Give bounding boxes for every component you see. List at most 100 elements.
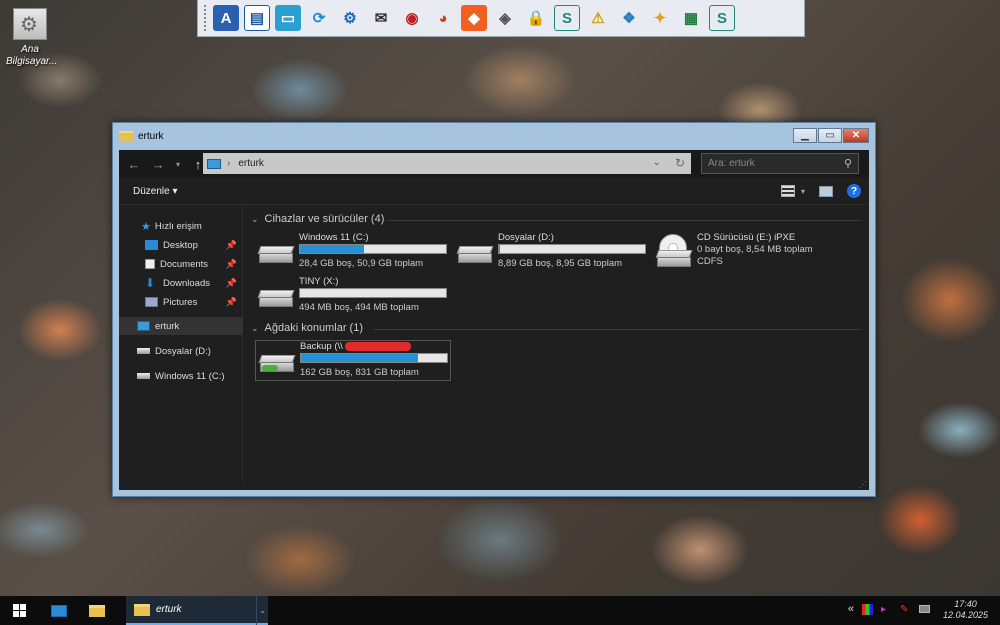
- sidebar-item-drive-d[interactable]: Dosyalar (D:): [137, 343, 211, 359]
- view-options-button[interactable]: ▾: [780, 185, 805, 197]
- launcher-app-icon[interactable]: ❖: [616, 5, 642, 31]
- launcher-app-icon[interactable]: ▭: [275, 5, 301, 31]
- taskbar-task-erturk[interactable]: erturk ⌄: [126, 596, 268, 625]
- close-button[interactable]: ✕: [843, 128, 869, 143]
- launcher-app-icon[interactable]: ✉: [368, 5, 394, 31]
- system-tray: « ▸ ✎: [848, 603, 930, 615]
- drive-info: 8,89 GB boş, 8,95 GB toplam: [498, 258, 623, 269]
- toolbar-grip[interactable]: [204, 5, 208, 31]
- divider: [373, 329, 861, 330]
- sidebar-item-pictures[interactable]: Pictures 📌: [145, 294, 237, 310]
- drive-c[interactable]: Windows 11 (C:) 28,4 GB boş, 50,9 GB top…: [255, 232, 451, 272]
- desktop-icon-computer[interactable]: Ana Bilgisayar...: [6, 8, 58, 68]
- drive-info: 162 GB boş, 831 GB toplam: [300, 367, 419, 378]
- pin-icon[interactable]: 📌: [226, 240, 237, 251]
- navigation-pane: ★ Hızlı erişim Desktop 📌 Documents 📌 ⬇ D…: [119, 205, 243, 482]
- forward-arrow-icon[interactable]: →: [151, 157, 165, 172]
- sidebar-item-documents[interactable]: Documents 📌: [145, 256, 237, 272]
- sidebar-item-downloads[interactable]: ⬇ Downloads 📌: [145, 275, 237, 291]
- launcher-app-icon[interactable]: ▤: [244, 5, 270, 31]
- pin-icon[interactable]: 📌: [226, 297, 237, 308]
- folder-icon: [89, 604, 105, 617]
- sidebar-item-desktop[interactable]: Desktop 📌: [145, 237, 237, 253]
- sidebar-item-label: Documents: [160, 258, 209, 270]
- group-header-network[interactable]: ⌄ Ağdaki konumlar (1): [251, 322, 861, 334]
- hard-drive-icon: [257, 290, 295, 308]
- drive-usage-bar: [498, 244, 646, 254]
- launcher-app-icon[interactable]: ◈: [492, 5, 518, 31]
- desktop-icon: [145, 240, 158, 250]
- drive-d[interactable]: Dosyalar (D:) 8,89 GB boş, 8,95 GB topla…: [454, 232, 650, 272]
- minimize-button[interactable]: ▁: [793, 128, 817, 143]
- drive-usage-bar: [299, 288, 447, 298]
- launcher-app-icon[interactable]: ◉: [399, 5, 425, 31]
- drive-name: TINY (X:): [299, 276, 339, 287]
- sidebar-item-label: Dosyalar (D:): [155, 345, 211, 357]
- drive-info: 28,4 GB boş, 50,9 GB toplam: [299, 258, 424, 269]
- search-input[interactable]: Ara: erturk ⚲: [701, 153, 859, 174]
- drive-name: CD Sürücüsü (E:) iPXE: [697, 232, 796, 243]
- task-label: erturk: [156, 604, 182, 615]
- launcher-app-icon[interactable]: ◆: [461, 5, 487, 31]
- launcher-app-icon[interactable]: ⚙: [337, 5, 363, 31]
- back-arrow-icon[interactable]: ←: [127, 157, 141, 172]
- taskbar-show-desktop-button[interactable]: [40, 596, 78, 625]
- recent-chevron-icon[interactable]: ▾: [175, 160, 181, 169]
- chevron-down-icon[interactable]: ⌄: [653, 157, 661, 168]
- help-icon[interactable]: ?: [847, 184, 861, 198]
- window-title: erturk: [138, 130, 164, 142]
- drive-icon: [137, 373, 150, 379]
- chevron-down-icon[interactable]: ⌄: [256, 596, 268, 625]
- launcher-app-icon[interactable]: A: [213, 5, 239, 31]
- launcher-app-icon[interactable]: ⟳: [306, 5, 332, 31]
- launcher-app-icon[interactable]: S: [709, 5, 735, 31]
- preview-pane-icon[interactable]: [819, 185, 833, 197]
- sidebar-item-drive-c[interactable]: Windows 11 (C:): [137, 368, 225, 384]
- group-header-label: Ağdaki konumlar (1): [264, 322, 363, 334]
- drive-icon: [137, 348, 150, 354]
- taskbar-file-explorer-button[interactable]: [78, 596, 116, 625]
- sidebar-item-label: Windows 11 (C:): [155, 370, 225, 382]
- network-icon[interactable]: [919, 605, 930, 613]
- taskbar-clock[interactable]: 17:40 12.04.2025: [943, 599, 988, 621]
- maximize-button[interactable]: ▭: [818, 128, 842, 143]
- sidebar-item-label: Hızlı erişim: [154, 220, 202, 232]
- launcher-app-icon[interactable]: ⚠: [585, 5, 611, 31]
- launcher-app-icon[interactable]: ▦: [678, 5, 704, 31]
- drive-x[interactable]: TINY (X:) 494 MB boş, 494 MB toplam: [255, 276, 451, 316]
- pin-icon[interactable]: 📌: [226, 278, 237, 289]
- sidebar-item-this-pc[interactable]: erturk: [137, 318, 179, 334]
- explorer-window: erturk ▁ ▭ ✕ ← → ▾ ↑ › erturk ⌄ ↻ Ara: e…: [112, 122, 876, 497]
- launcher-app-icon[interactable]: S: [554, 5, 580, 31]
- sidebar-item-quick-access[interactable]: ★ Hızlı erişim: [141, 218, 202, 234]
- drive-filesystem: CDFS: [697, 256, 723, 267]
- launcher-app-icon[interactable]: 🔒: [523, 5, 549, 31]
- start-button[interactable]: [0, 596, 38, 625]
- windows-logo-icon: [12, 604, 26, 617]
- network-drive-backup[interactable]: Backup (\\ 162 GB boş, 831 GB toplam: [255, 340, 451, 381]
- breadcrumb[interactable]: erturk: [238, 158, 264, 169]
- organize-menu-button[interactable]: Düzenle ▾: [133, 186, 178, 197]
- color-app-tray-icon[interactable]: [862, 603, 873, 615]
- tray-app-icon[interactable]: ▸: [881, 604, 892, 615]
- resize-grip-icon[interactable]: ⋰: [859, 480, 867, 489]
- content-pane: ⌄ Cihazlar ve sürücüler (4) Windows 11 (…: [245, 205, 869, 482]
- explorer-body: ← → ▾ ↑ › erturk ⌄ ↻ Ara: erturk ⚲ Düzen…: [119, 150, 869, 490]
- folder-icon: [119, 130, 133, 142]
- documents-icon: [145, 259, 155, 269]
- launcher-app-icon[interactable]: ◕: [430, 5, 456, 31]
- refresh-icon[interactable]: ↻: [675, 156, 685, 170]
- pin-icon[interactable]: 📌: [226, 259, 237, 270]
- launcher-app-icon[interactable]: ✦: [647, 5, 673, 31]
- tray-overflow-chevron-icon[interactable]: «: [848, 603, 854, 615]
- search-placeholder: Ara: erturk: [708, 158, 755, 169]
- search-icon[interactable]: ⚲: [844, 157, 852, 170]
- group-header-devices[interactable]: ⌄ Cihazlar ve sürücüler (4): [251, 213, 861, 225]
- tray-app-icon[interactable]: ✎: [900, 604, 911, 615]
- address-bar[interactable]: › erturk ⌄ ↻: [203, 153, 691, 174]
- drive-e-cd[interactable]: CD Sürücüsü (E:) iPXE 0 bayt boş, 8,54 M…: [653, 232, 849, 272]
- hard-drive-icon: [257, 246, 295, 264]
- window-titlebar[interactable]: erturk ▁ ▭ ✕: [113, 123, 875, 149]
- drive-usage-bar: [300, 353, 448, 363]
- desktop-icon-label: Ana Bilgisayar...: [6, 44, 58, 67]
